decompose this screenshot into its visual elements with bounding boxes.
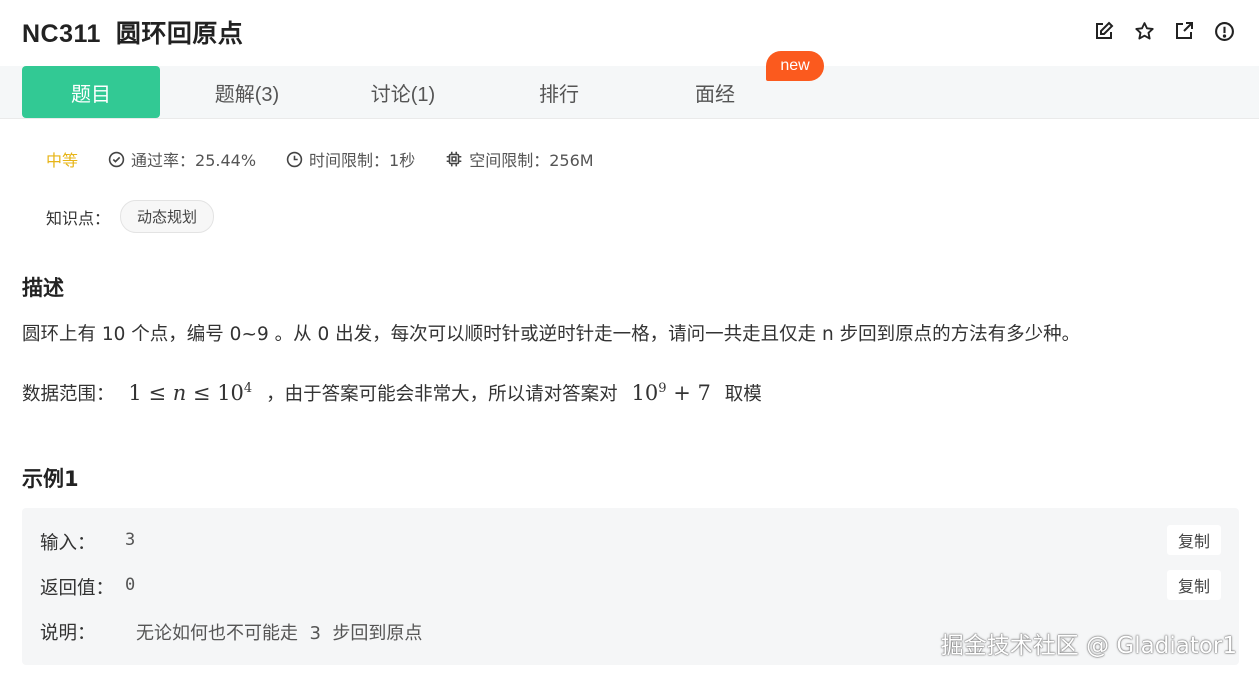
new-badge: new [766,51,824,81]
tab-problem[interactable]: 题目 [22,66,160,118]
range-line: 数据范围： 1 ≤ n ≤ 104 ，由于答案可能会非常大，所以请对答案对 10… [22,380,762,406]
input-label: 输入： [40,533,96,554]
pass-rate-text: 通过率：25.44% [131,151,257,170]
description-text: 圆环上有 10 个点，编号 0~9 。从 0 出发，每次可以顺时针或逆时针走一格… [22,324,1081,345]
formula-exponent: 4 [243,381,253,396]
range-text: ，由于答案可能会非常大，所以请对答案对 [266,384,618,405]
chip-icon [446,151,462,167]
output-label: 返回值： [40,578,115,599]
problem-id: NC311 [22,20,101,48]
description-heading: 描述 [22,276,64,300]
knowledge-points: 知识点： 动态规划 [46,200,215,233]
formula-part: 1 ≤ [128,381,173,405]
difficulty-label: 中等 [46,151,79,170]
formula-part: 10 [631,381,659,405]
tab-interview[interactable]: 面经 [646,66,784,118]
formula-exponent: 9 [658,381,667,396]
knowledge-label: 知识点： [46,208,111,228]
tab-ranking[interactable]: 排行 [490,66,628,118]
clock-icon [286,151,303,167]
tab-solutions[interactable]: 题解(3) [178,66,316,118]
range-tail: 取模 [724,384,762,405]
modulo-formula: 109 + 7 [632,381,711,405]
formula-part: + 7 [666,381,711,405]
header-actions [1093,20,1235,42]
memory-limit: 空间限制：256M [445,147,594,171]
tab-discussion[interactable]: 讨论(1) [334,66,472,118]
tab-bar: 题目 题解(3) 讨论(1) 排行 面经 [0,66,1259,119]
watermark: 掘金技术社区 @ Gladiator1 [940,633,1237,659]
knowledge-tag[interactable]: 动态规划 [120,200,215,233]
explain-label: 说明： [40,623,96,644]
explain-value: 无论如何也不可能走 3 步回到原点 [136,623,423,644]
formula-part: ≤ 10 [186,381,244,405]
report-icon[interactable] [1213,20,1235,42]
problem-title: NC311 圆环回原点 [22,14,243,50]
copy-input-button[interactable]: 复制 [1167,525,1221,555]
pass-rate: 通过率：25.44% [108,147,256,171]
problem-meta: 中等 通过率：25.44% 时间限制：1秒 空间限制：256M [46,147,624,171]
share-icon[interactable] [1173,20,1195,42]
example-heading: 示例1 [22,467,79,491]
formula-var: n [172,381,187,405]
range-formula: 1 ≤ n ≤ 104 [128,381,252,405]
edit-icon[interactable] [1093,20,1115,42]
copy-output-button[interactable]: 复制 [1167,570,1221,600]
time-limit: 时间限制：1秒 [286,147,415,171]
memory-limit-text: 空间限制：256M [469,151,594,170]
range-label: 数据范围： [22,384,115,405]
input-value: 3 [125,530,136,550]
time-limit-text: 时间限制：1秒 [309,151,416,170]
star-icon[interactable] [1133,20,1155,42]
output-value: 0 [125,575,136,595]
problem-name: 圆环回原点 [115,20,244,48]
check-circle-icon [108,151,125,167]
